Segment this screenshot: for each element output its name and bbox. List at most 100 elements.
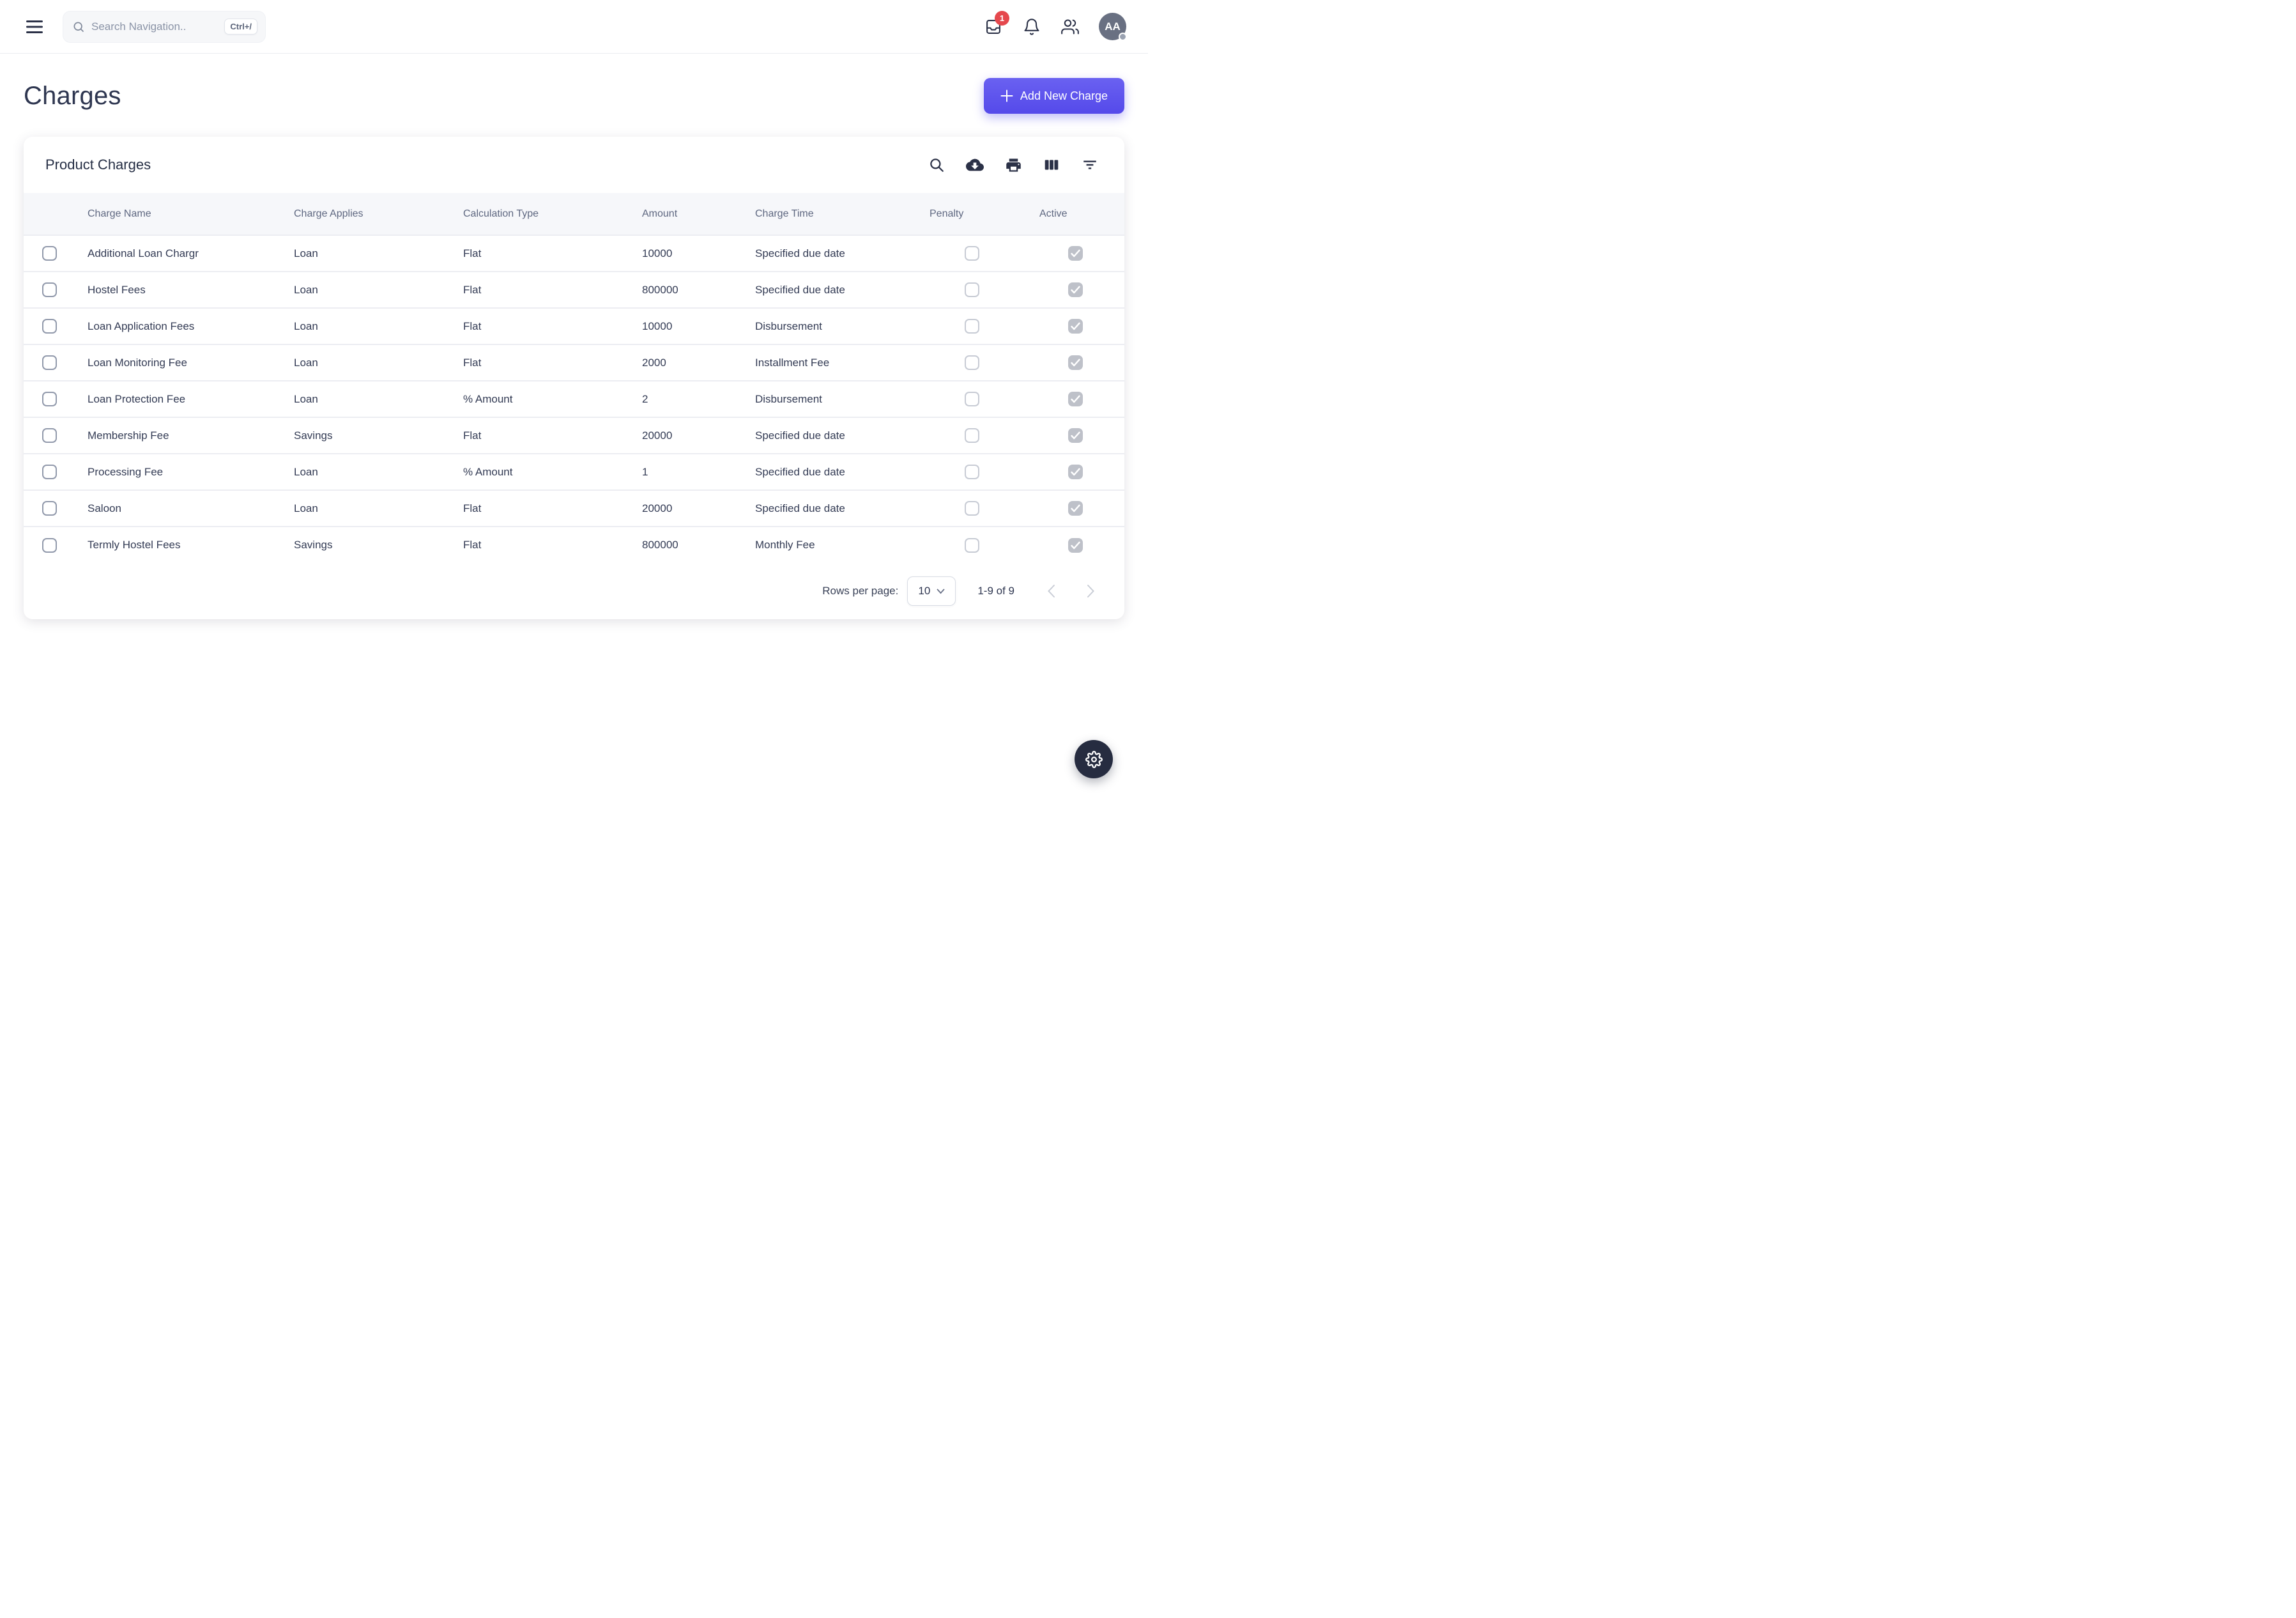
cell-charge-applies: Loan xyxy=(281,272,450,308)
cell-calculation-type: Flat xyxy=(450,490,629,527)
search-input[interactable]: Search Navigation.. Ctrl+/ xyxy=(63,11,266,43)
active-checkbox[interactable] xyxy=(1068,501,1083,516)
active-checkbox[interactable] xyxy=(1068,246,1083,261)
penalty-checkbox[interactable] xyxy=(965,282,979,297)
cell-charge-applies: Loan xyxy=(281,235,450,272)
penalty-checkbox[interactable] xyxy=(965,355,979,370)
row-select-checkbox[interactable] xyxy=(42,465,57,479)
cell-charge-name: Hostel Fees xyxy=(75,272,281,308)
check-icon xyxy=(1071,541,1080,550)
col-active: Active xyxy=(1027,193,1124,235)
col-charge-name: Charge Name xyxy=(75,193,281,235)
penalty-checkbox[interactable] xyxy=(965,428,979,443)
table-row: Membership Fee Savings Flat 20000 Specif… xyxy=(24,417,1124,454)
table-search-button[interactable] xyxy=(924,152,949,178)
active-checkbox[interactable] xyxy=(1068,355,1083,370)
table-row: Processing Fee Loan % Amount 1 Specified… xyxy=(24,454,1124,490)
avatar[interactable]: AA xyxy=(1099,13,1126,40)
pager-controls xyxy=(1040,580,1101,602)
table-row: Additional Loan Chargr Loan Flat 10000 S… xyxy=(24,235,1124,272)
cell-calculation-type: Flat xyxy=(450,235,629,272)
row-select-checkbox[interactable] xyxy=(42,538,57,553)
cell-charge-applies: Loan xyxy=(281,490,450,527)
table-body: Additional Loan Chargr Loan Flat 10000 S… xyxy=(24,235,1124,563)
topbar: Search Navigation.. Ctrl+/ 1 xyxy=(0,0,1148,54)
rows-per-page-label: Rows per page: xyxy=(822,585,898,597)
active-checkbox[interactable] xyxy=(1068,465,1083,479)
penalty-checkbox[interactable] xyxy=(965,392,979,406)
settings-fab[interactable] xyxy=(1075,740,1113,778)
previous-page-button[interactable] xyxy=(1040,580,1062,602)
charges-table: Charge Name Charge Applies Calculation T… xyxy=(24,193,1124,563)
row-select-checkbox[interactable] xyxy=(42,428,57,443)
cell-calculation-type: % Amount xyxy=(450,381,629,417)
print-button[interactable] xyxy=(1000,152,1026,178)
row-select-checkbox[interactable] xyxy=(42,501,57,516)
main-content: Charges Add New Charge Product Charges xyxy=(0,78,1148,619)
check-icon xyxy=(1071,358,1080,367)
rows-per-page-select[interactable]: 10 xyxy=(907,576,956,606)
add-new-charge-button[interactable]: Add New Charge xyxy=(984,78,1124,114)
page-title: Charges xyxy=(24,82,121,111)
penalty-checkbox[interactable] xyxy=(965,246,979,261)
chevron-down-icon xyxy=(937,589,945,594)
table-row: Saloon Loan Flat 20000 Specified due dat… xyxy=(24,490,1124,527)
next-page-button[interactable] xyxy=(1080,580,1101,602)
cell-charge-time: Specified due date xyxy=(742,417,917,454)
cell-amount: 800000 xyxy=(629,272,742,308)
row-select-checkbox[interactable] xyxy=(42,392,57,406)
cell-charge-time: Specified due date xyxy=(742,272,917,308)
avatar-status-dot xyxy=(1119,33,1127,41)
cell-amount: 20000 xyxy=(629,417,742,454)
cell-charge-applies: Loan xyxy=(281,344,450,381)
penalty-checkbox[interactable] xyxy=(965,501,979,516)
check-icon xyxy=(1071,322,1080,330)
row-select-checkbox[interactable] xyxy=(42,282,57,297)
hamburger-menu-icon[interactable] xyxy=(22,14,47,40)
row-select-checkbox[interactable] xyxy=(42,246,57,261)
row-select-checkbox[interactable] xyxy=(42,319,57,334)
active-checkbox[interactable] xyxy=(1068,319,1083,334)
users-button[interactable] xyxy=(1055,12,1085,42)
avatar-initials: AA xyxy=(1105,20,1121,33)
penalty-checkbox[interactable] xyxy=(965,465,979,479)
notifications-button[interactable] xyxy=(1017,12,1046,42)
export-download-button[interactable] xyxy=(962,152,988,178)
penalty-checkbox[interactable] xyxy=(965,538,979,553)
active-checkbox[interactable] xyxy=(1068,428,1083,443)
active-checkbox[interactable] xyxy=(1068,282,1083,297)
cell-charge-time: Specified due date xyxy=(742,235,917,272)
cell-amount: 2000 xyxy=(629,344,742,381)
cell-calculation-type: % Amount xyxy=(450,454,629,490)
active-checkbox[interactable] xyxy=(1068,392,1083,406)
card-header: Product Charges xyxy=(24,137,1124,193)
gear-icon xyxy=(1085,751,1103,768)
table-row: Loan Protection Fee Loan % Amount 2 Disb… xyxy=(24,381,1124,417)
cell-charge-name: Saloon xyxy=(75,490,281,527)
columns-button[interactable] xyxy=(1039,152,1064,178)
cell-calculation-type: Flat xyxy=(450,344,629,381)
cell-charge-name: Additional Loan Chargr xyxy=(75,235,281,272)
col-amount: Amount xyxy=(629,193,742,235)
topbar-actions: 1 AA xyxy=(979,12,1126,42)
inbox-button[interactable]: 1 xyxy=(979,12,1008,42)
cell-charge-time: Monthly Fee xyxy=(742,527,917,563)
row-select-checkbox[interactable] xyxy=(42,355,57,370)
check-icon xyxy=(1071,286,1080,294)
check-icon xyxy=(1071,504,1080,512)
chevron-left-icon xyxy=(1047,584,1055,598)
check-icon xyxy=(1071,468,1080,476)
pagination-range: 1-9 of 9 xyxy=(977,585,1014,597)
cloud-download-icon xyxy=(966,156,984,174)
filter-button[interactable] xyxy=(1077,152,1103,178)
printer-icon xyxy=(1005,157,1022,174)
active-checkbox[interactable] xyxy=(1068,538,1083,553)
rows-per-page-value: 10 xyxy=(918,585,930,597)
penalty-checkbox[interactable] xyxy=(965,319,979,334)
table-head: Charge Name Charge Applies Calculation T… xyxy=(24,193,1124,235)
col-charge-applies: Charge Applies xyxy=(281,193,450,235)
plus-icon xyxy=(1000,89,1013,102)
inbox-count-badge: 1 xyxy=(995,11,1009,26)
cell-charge-name: Termly Hostel Fees xyxy=(75,527,281,563)
table-row: Loan Application Fees Loan Flat 10000 Di… xyxy=(24,308,1124,344)
